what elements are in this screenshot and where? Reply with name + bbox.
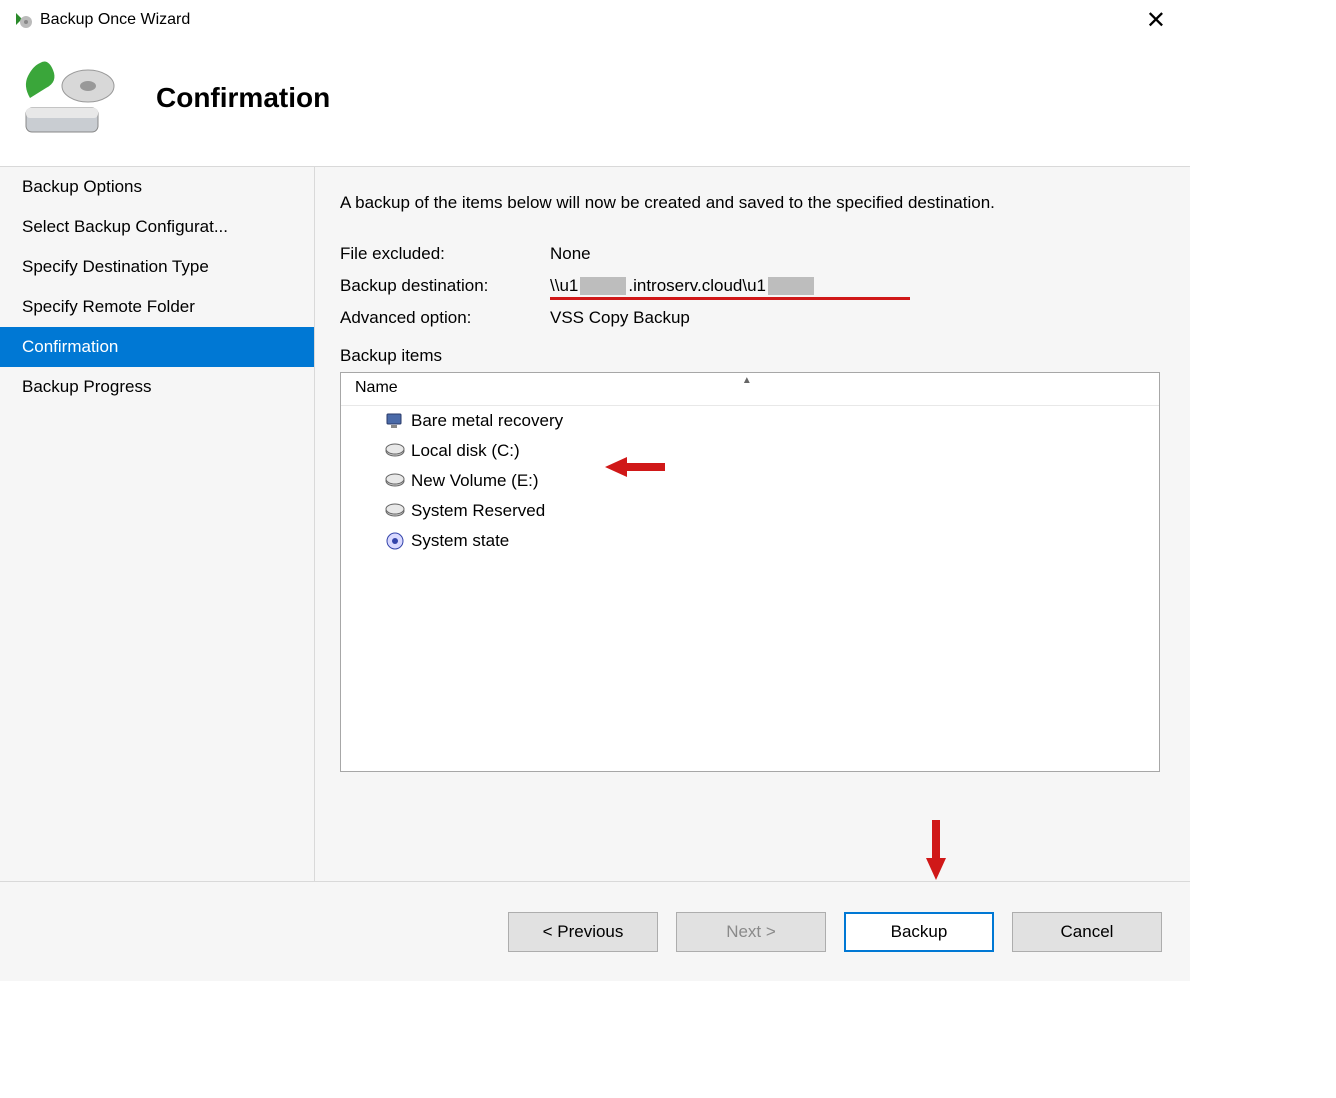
disk-icon xyxy=(385,441,405,461)
window-title: Backup Once Wizard xyxy=(40,11,190,29)
row-file-excluded: File excluded: None xyxy=(340,244,1160,264)
file-excluded-label: File excluded: xyxy=(340,244,550,264)
redacted-segment xyxy=(580,277,626,295)
list-item[interactable]: New Volume (E:) xyxy=(341,466,1159,496)
sort-caret-icon: ▲ xyxy=(742,375,752,386)
annotation-arrow-icon xyxy=(605,453,665,481)
backup-dest-label: Backup destination: xyxy=(340,276,550,296)
advanced-option-label: Advanced option: xyxy=(340,308,550,328)
disk-icon xyxy=(385,501,405,521)
dest-mid: .introserv.cloud\u1 xyxy=(628,276,766,295)
backup-dest-value: \\u1 .introserv.cloud\u1 xyxy=(550,276,1160,296)
sidebar-item-backup-options[interactable]: Backup Options xyxy=(0,167,314,207)
backup-items-label: Backup items xyxy=(340,346,1160,366)
item-label: System state xyxy=(411,531,509,551)
gear-icon xyxy=(385,531,405,551)
annotation-underline xyxy=(550,297,910,300)
button-bar: < Previous Next > Backup Cancel xyxy=(0,881,1190,981)
backup-items-list[interactable]: Name ▲ Bare metal recovery Local disk (C… xyxy=(340,372,1160,772)
item-label: Local disk (C:) xyxy=(411,441,520,461)
main-panel: Backup Options Select Backup Configurat.… xyxy=(0,166,1190,881)
item-label: Bare metal recovery xyxy=(411,411,563,431)
backup-button[interactable]: Backup xyxy=(844,912,994,952)
list-item[interactable]: System state xyxy=(341,526,1159,556)
sidebar-item-progress[interactable]: Backup Progress xyxy=(0,367,314,407)
sidebar-item-select-config[interactable]: Select Backup Configurat... xyxy=(0,207,314,247)
previous-button[interactable]: < Previous xyxy=(508,912,658,952)
titlebar: Backup Once Wizard ✕ xyxy=(0,0,1190,40)
item-label: System Reserved xyxy=(411,501,545,521)
page-title: Confirmation xyxy=(156,82,330,114)
row-backup-dest: Backup destination: \\u1 .introserv.cloud… xyxy=(340,276,1160,296)
column-header-text: Name xyxy=(355,379,398,396)
advanced-option-value: VSS Copy Backup xyxy=(550,308,1160,328)
intro-text: A backup of the items below will now be … xyxy=(340,191,1160,216)
next-button: Next > xyxy=(676,912,826,952)
sidebar-item-remote-folder[interactable]: Specify Remote Folder xyxy=(0,287,314,327)
column-header-name[interactable]: Name ▲ xyxy=(341,373,1159,406)
file-excluded-value: None xyxy=(550,244,1160,264)
monitor-icon xyxy=(385,411,405,431)
backup-icon xyxy=(18,58,118,138)
sidebar-item-dest-type[interactable]: Specify Destination Type xyxy=(0,247,314,287)
list-item[interactable]: Local disk (C:) xyxy=(341,436,1159,466)
app-icon xyxy=(12,10,32,30)
list-item[interactable]: System Reserved xyxy=(341,496,1159,526)
row-advanced-option: Advanced option: VSS Copy Backup xyxy=(340,308,1160,328)
close-button[interactable]: ✕ xyxy=(1134,6,1178,35)
annotation-arrow-icon xyxy=(922,820,950,880)
wizard-header: Confirmation xyxy=(0,40,1190,166)
dest-prefix: \\u1 xyxy=(550,276,578,295)
redacted-segment xyxy=(768,277,814,295)
item-label: New Volume (E:) xyxy=(411,471,539,491)
step-sidebar: Backup Options Select Backup Configurat.… xyxy=(0,167,315,881)
sidebar-item-confirmation[interactable]: Confirmation xyxy=(0,327,314,367)
cancel-button[interactable]: Cancel xyxy=(1012,912,1162,952)
content-panel: A backup of the items below will now be … xyxy=(315,167,1190,881)
list-item[interactable]: Bare metal recovery xyxy=(341,406,1159,436)
disk-icon xyxy=(385,471,405,491)
